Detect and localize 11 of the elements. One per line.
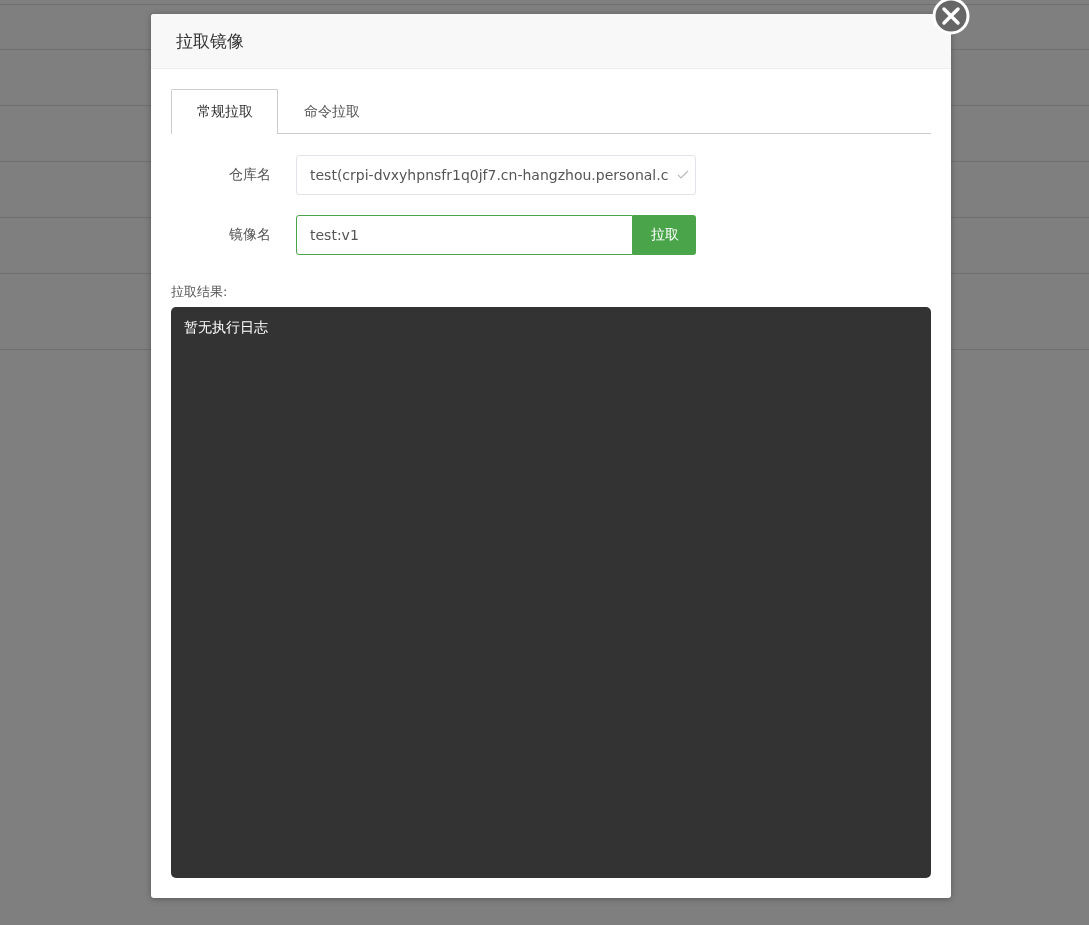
tab[interactable]: 常规拉取 bbox=[171, 89, 278, 134]
close-icon[interactable] bbox=[932, 0, 970, 35]
result-label: 拉取结果: bbox=[171, 283, 229, 301]
check-icon bbox=[677, 169, 689, 181]
tab[interactable]: 命令拉取 bbox=[278, 89, 385, 134]
log-text: 暂无执行日志 bbox=[184, 319, 268, 335]
field-label: 镜像名 bbox=[228, 226, 271, 244]
field-label: 仓库名 bbox=[228, 166, 271, 184]
repository-select[interactable]: test(crpi-dvxyhpnsfr1q0jf7.cn-hangzhou.personal.c bbox=[296, 155, 696, 195]
image-name-field[interactable]: test:v1 bbox=[296, 215, 633, 255]
dialog-title: 拉取镜像 bbox=[176, 29, 244, 53]
